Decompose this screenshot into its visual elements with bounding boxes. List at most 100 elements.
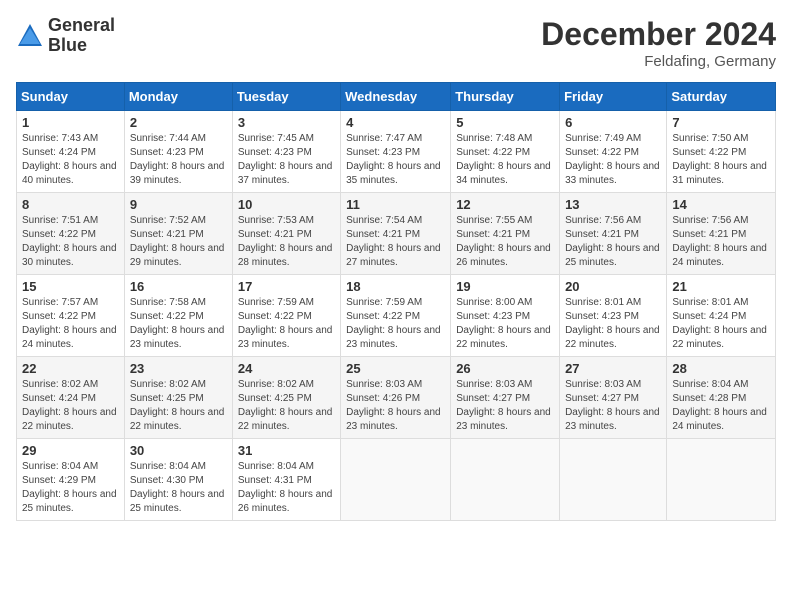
- sunrise-label: Sunrise: 8:04 AM: [672, 379, 748, 390]
- calendar-cell: 5 Sunrise: 7:48 AM Sunset: 4:22 PM Dayli…: [451, 111, 560, 193]
- calendar-cell: 7 Sunrise: 7:50 AM Sunset: 4:22 PM Dayli…: [667, 111, 776, 193]
- day-number: 2: [130, 115, 227, 130]
- calendar-cell: 29 Sunrise: 8:04 AM Sunset: 4:29 PM Dayl…: [17, 439, 125, 521]
- sunset-label: Sunset: 4:24 PM: [22, 393, 96, 404]
- col-monday: Monday: [124, 83, 232, 111]
- calendar-cell: 13 Sunrise: 7:56 AM Sunset: 4:21 PM Dayl…: [560, 193, 667, 275]
- calendar-week-2: 8 Sunrise: 7:51 AM Sunset: 4:22 PM Dayli…: [17, 193, 776, 275]
- day-number: 16: [130, 279, 227, 294]
- calendar-cell: 8 Sunrise: 7:51 AM Sunset: 4:22 PM Dayli…: [17, 193, 125, 275]
- day-info: Sunrise: 7:56 AM Sunset: 4:21 PM Dayligh…: [565, 214, 661, 270]
- daylight-label: Daylight: 8 hours and 22 minutes.: [672, 325, 767, 350]
- daylight-label: Daylight: 8 hours and 35 minutes.: [346, 161, 441, 186]
- daylight-label: Daylight: 8 hours and 39 minutes.: [130, 161, 225, 186]
- sunrise-label: Sunrise: 8:03 AM: [456, 379, 532, 390]
- day-info: Sunrise: 8:04 AM Sunset: 4:30 PM Dayligh…: [130, 460, 227, 516]
- sunset-label: Sunset: 4:21 PM: [130, 229, 204, 240]
- day-info: Sunrise: 8:04 AM Sunset: 4:31 PM Dayligh…: [238, 460, 335, 516]
- day-number: 3: [238, 115, 335, 130]
- day-info: Sunrise: 7:59 AM Sunset: 4:22 PM Dayligh…: [238, 296, 335, 352]
- sunrise-label: Sunrise: 7:44 AM: [130, 133, 206, 144]
- daylight-label: Daylight: 8 hours and 33 minutes.: [565, 161, 660, 186]
- main-title: December 2024: [541, 16, 776, 53]
- day-info: Sunrise: 7:45 AM Sunset: 4:23 PM Dayligh…: [238, 132, 335, 188]
- day-info: Sunrise: 7:52 AM Sunset: 4:21 PM Dayligh…: [130, 214, 227, 270]
- day-number: 18: [346, 279, 445, 294]
- sunset-label: Sunset: 4:24 PM: [22, 147, 96, 158]
- daylight-label: Daylight: 8 hours and 25 minutes.: [565, 243, 660, 268]
- daylight-label: Daylight: 8 hours and 29 minutes.: [130, 243, 225, 268]
- sunset-label: Sunset: 4:25 PM: [130, 393, 204, 404]
- day-info: Sunrise: 7:56 AM Sunset: 4:21 PM Dayligh…: [672, 214, 770, 270]
- sunset-label: Sunset: 4:31 PM: [238, 475, 312, 486]
- logo: General Blue: [16, 16, 115, 56]
- sunset-label: Sunset: 4:27 PM: [565, 393, 639, 404]
- sunrise-label: Sunrise: 7:55 AM: [456, 215, 532, 226]
- sunrise-label: Sunrise: 7:56 AM: [565, 215, 641, 226]
- sunset-label: Sunset: 4:23 PM: [346, 147, 420, 158]
- day-info: Sunrise: 7:53 AM Sunset: 4:21 PM Dayligh…: [238, 214, 335, 270]
- calendar-cell: 10 Sunrise: 7:53 AM Sunset: 4:21 PM Dayl…: [232, 193, 340, 275]
- col-sunday: Sunday: [17, 83, 125, 111]
- logo-text: General Blue: [48, 16, 115, 56]
- daylight-label: Daylight: 8 hours and 34 minutes.: [456, 161, 551, 186]
- daylight-label: Daylight: 8 hours and 22 minutes.: [565, 325, 660, 350]
- sunset-label: Sunset: 4:25 PM: [238, 393, 312, 404]
- daylight-label: Daylight: 8 hours and 23 minutes.: [238, 325, 333, 350]
- calendar-cell: 11 Sunrise: 7:54 AM Sunset: 4:21 PM Dayl…: [341, 193, 451, 275]
- sunrise-label: Sunrise: 7:49 AM: [565, 133, 641, 144]
- day-info: Sunrise: 8:03 AM Sunset: 4:27 PM Dayligh…: [565, 378, 661, 434]
- sunset-label: Sunset: 4:23 PM: [456, 311, 530, 322]
- day-info: Sunrise: 7:57 AM Sunset: 4:22 PM Dayligh…: [22, 296, 119, 352]
- day-number: 6: [565, 115, 661, 130]
- day-number: 19: [456, 279, 554, 294]
- day-info: Sunrise: 7:55 AM Sunset: 4:21 PM Dayligh…: [456, 214, 554, 270]
- day-number: 27: [565, 361, 661, 376]
- calendar-week-4: 22 Sunrise: 8:02 AM Sunset: 4:24 PM Dayl…: [17, 357, 776, 439]
- sunset-label: Sunset: 4:29 PM: [22, 475, 96, 486]
- day-number: 26: [456, 361, 554, 376]
- sunset-label: Sunset: 4:23 PM: [565, 311, 639, 322]
- sunrise-label: Sunrise: 8:01 AM: [565, 297, 641, 308]
- sunset-label: Sunset: 4:22 PM: [672, 147, 746, 158]
- daylight-label: Daylight: 8 hours and 23 minutes.: [565, 407, 660, 432]
- calendar-cell: 3 Sunrise: 7:45 AM Sunset: 4:23 PM Dayli…: [232, 111, 340, 193]
- daylight-label: Daylight: 8 hours and 26 minutes.: [238, 489, 333, 514]
- day-info: Sunrise: 7:50 AM Sunset: 4:22 PM Dayligh…: [672, 132, 770, 188]
- daylight-label: Daylight: 8 hours and 31 minutes.: [672, 161, 767, 186]
- daylight-label: Daylight: 8 hours and 24 minutes.: [672, 243, 767, 268]
- day-number: 13: [565, 197, 661, 212]
- logo-icon: [16, 22, 44, 50]
- calendar-week-1: 1 Sunrise: 7:43 AM Sunset: 4:24 PM Dayli…: [17, 111, 776, 193]
- daylight-label: Daylight: 8 hours and 24 minutes.: [672, 407, 767, 432]
- sunrise-label: Sunrise: 7:59 AM: [238, 297, 314, 308]
- daylight-label: Daylight: 8 hours and 25 minutes.: [22, 489, 117, 514]
- day-info: Sunrise: 7:43 AM Sunset: 4:24 PM Dayligh…: [22, 132, 119, 188]
- day-number: 28: [672, 361, 770, 376]
- calendar-cell: 4 Sunrise: 7:47 AM Sunset: 4:23 PM Dayli…: [341, 111, 451, 193]
- day-info: Sunrise: 8:00 AM Sunset: 4:23 PM Dayligh…: [456, 296, 554, 352]
- sunrise-label: Sunrise: 7:43 AM: [22, 133, 98, 144]
- sunrise-label: Sunrise: 7:58 AM: [130, 297, 206, 308]
- sunrise-label: Sunrise: 8:02 AM: [22, 379, 98, 390]
- day-number: 4: [346, 115, 445, 130]
- day-number: 12: [456, 197, 554, 212]
- sunset-label: Sunset: 4:23 PM: [238, 147, 312, 158]
- sunset-label: Sunset: 4:21 PM: [346, 229, 420, 240]
- day-info: Sunrise: 8:03 AM Sunset: 4:27 PM Dayligh…: [456, 378, 554, 434]
- sunrise-label: Sunrise: 8:01 AM: [672, 297, 748, 308]
- daylight-label: Daylight: 8 hours and 28 minutes.: [238, 243, 333, 268]
- calendar-cell: 27 Sunrise: 8:03 AM Sunset: 4:27 PM Dayl…: [560, 357, 667, 439]
- day-info: Sunrise: 8:03 AM Sunset: 4:26 PM Dayligh…: [346, 378, 445, 434]
- calendar-week-5: 29 Sunrise: 8:04 AM Sunset: 4:29 PM Dayl…: [17, 439, 776, 521]
- calendar-week-3: 15 Sunrise: 7:57 AM Sunset: 4:22 PM Dayl…: [17, 275, 776, 357]
- day-info: Sunrise: 8:02 AM Sunset: 4:25 PM Dayligh…: [238, 378, 335, 434]
- day-number: 10: [238, 197, 335, 212]
- col-wednesday: Wednesday: [341, 83, 451, 111]
- sunrise-label: Sunrise: 7:47 AM: [346, 133, 422, 144]
- calendar-header-row: Sunday Monday Tuesday Wednesday Thursday…: [17, 83, 776, 111]
- day-info: Sunrise: 7:47 AM Sunset: 4:23 PM Dayligh…: [346, 132, 445, 188]
- calendar-cell: 16 Sunrise: 7:58 AM Sunset: 4:22 PM Dayl…: [124, 275, 232, 357]
- daylight-label: Daylight: 8 hours and 23 minutes.: [456, 407, 551, 432]
- sunset-label: Sunset: 4:30 PM: [130, 475, 204, 486]
